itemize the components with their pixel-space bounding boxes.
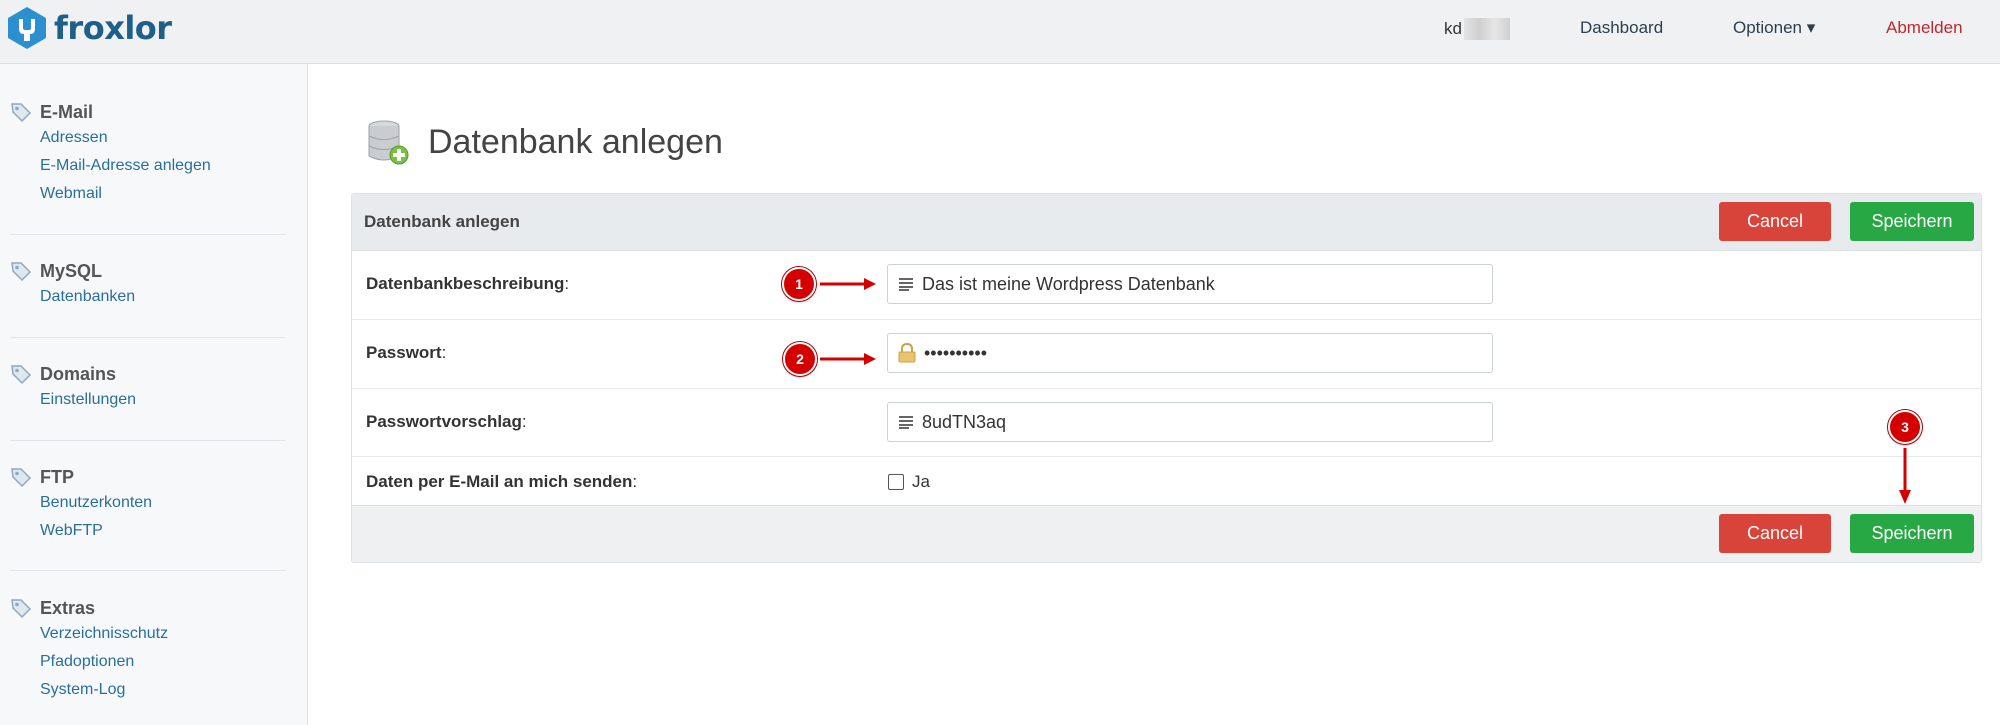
password-suggestion-value: 8udTN3aq <box>922 411 1007 432</box>
sidebar-group-title: Domains <box>40 363 117 384</box>
sidebar-item-webftp[interactable]: WebFTP <box>40 517 285 545</box>
description-input[interactable]: Das ist meine Wordpress Datenbank <box>887 264 1493 304</box>
cancel-button-top[interactable]: Cancel <box>1719 202 1831 241</box>
sidebar-divider <box>10 234 285 235</box>
sidebar-divider <box>10 570 285 571</box>
sidebar-group-title: FTP <box>40 466 74 487</box>
sidebar-divider <box>10 440 285 441</box>
sidebar-group-header: Extras <box>10 596 285 620</box>
logo-text: froxlor <box>54 9 172 47</box>
page-title: Datenbank anlegen <box>428 122 723 161</box>
user-name: kd <box>1444 19 1462 38</box>
sidebar-group-domains: Domains Einstellungen <box>10 362 285 414</box>
description-value: Das ist meine Wordpress Datenbank <box>922 273 1215 294</box>
sidebar-group-title: E-Mail <box>40 101 94 122</box>
field-label-text: Passwort <box>366 343 442 362</box>
nav-logout-link[interactable]: Abmelden <box>1886 18 1963 38</box>
form-row-email: Daten per E-Mail an mich senden: Ja <box>352 457 1981 506</box>
field-label: Passwort: <box>366 343 446 363</box>
label-colon: : <box>521 412 527 431</box>
text-lines-icon <box>898 276 914 292</box>
froxlor-logo-icon <box>8 7 46 49</box>
sidebar-group-header: Domains <box>10 362 285 386</box>
sidebar-group-ftp: FTP Benutzerkonten WebFTP <box>10 465 285 545</box>
sidebar-group-title: Extras <box>40 597 96 618</box>
sidebar-divider <box>10 337 285 338</box>
sidebar-item-einstellungen[interactable]: Einstellungen <box>40 386 285 414</box>
field-label: Passwortvorschlag: <box>366 412 527 432</box>
password-suggestion-input[interactable]: 8udTN3aq <box>887 402 1493 442</box>
sidebar-item-pfadoptionen[interactable]: Pfadoptionen <box>40 648 285 676</box>
label-colon: : <box>441 343 447 362</box>
sidebar: E-Mail Adressen E-Mail-Adresse anlegen W… <box>0 64 308 725</box>
sidebar-item-datenbanken[interactable]: Datenbanken <box>40 283 285 311</box>
annotation-arrow-right-icon <box>820 278 876 290</box>
form-panel: Datenbank anlegen Cancel Speichern Daten… <box>351 193 1982 563</box>
annotation-marker-3: 3 <box>1888 410 1922 444</box>
panel-title: Datenbank anlegen <box>364 212 520 231</box>
database-add-icon <box>368 120 409 165</box>
field-label-text: Passwortvorschlag <box>366 412 522 431</box>
field-label: Datenbankbeschreibung: <box>366 274 569 294</box>
checkbox-label: Ja <box>912 472 930 491</box>
annotation-marker-2: 2 <box>783 342 817 376</box>
field-label: Daten per E-Mail an mich senden: <box>366 472 637 492</box>
page-header: Datenbank anlegen <box>366 118 723 166</box>
save-button-top[interactable]: Speichern <box>1850 202 1974 241</box>
lock-icon <box>898 343 916 363</box>
sidebar-item-webmail[interactable]: Webmail <box>40 180 285 208</box>
nav-dashboard-link[interactable]: Dashboard <box>1580 18 1663 38</box>
field-label-text: Daten per E-Mail an mich senden <box>366 472 633 491</box>
sidebar-group-header: E-Mail <box>10 100 285 124</box>
sidebar-group-email: E-Mail Adressen E-Mail-Adresse anlegen W… <box>10 100 285 208</box>
label-colon: : <box>564 274 570 293</box>
user-menu[interactable]: kd <box>1444 18 1510 40</box>
top-navbar: froxlor kd Dashboard Optionen ▾ Abmelden <box>0 0 2000 64</box>
field-label-text: Datenbankbeschreibung <box>366 274 565 293</box>
sidebar-item-adressen[interactable]: Adressen <box>40 124 285 152</box>
blurred-username <box>1463 18 1510 40</box>
password-value: •••••••••• <box>924 342 988 363</box>
sidebar-item-verzeichnisschutz[interactable]: Verzeichnisschutz <box>40 620 285 648</box>
tag-icon <box>11 103 32 123</box>
form-row-beschreibung: Datenbankbeschreibung: Das ist meine Wor… <box>352 251 1981 320</box>
sidebar-item-email-anlegen[interactable]: E-Mail-Adresse anlegen <box>40 152 285 180</box>
tag-icon <box>11 262 32 282</box>
tag-icon <box>11 468 32 488</box>
sidebar-item-system-log[interactable]: System-Log <box>40 676 285 704</box>
form-row-vorschlag: Passwortvorschlag: 8udTN3aq <box>352 389 1981 457</box>
tag-icon <box>11 599 32 619</box>
froxlor-logo[interactable]: froxlor <box>4 5 172 51</box>
panel-footer: Cancel Speichern <box>352 506 1981 562</box>
sidebar-group-extras: Extras Verzeichnisschutz Pfadoptionen Sy… <box>10 596 285 704</box>
password-input[interactable]: •••••••••• <box>887 333 1493 373</box>
sidebar-item-benutzerkonten[interactable]: Benutzerkonten <box>40 489 285 517</box>
cancel-button-bottom[interactable]: Cancel <box>1719 514 1831 553</box>
annotation-marker-1: 1 <box>782 267 816 301</box>
annotation-arrow-right-icon <box>820 353 876 365</box>
text-lines-icon <box>898 414 914 430</box>
sidebar-group-header: FTP <box>10 465 285 489</box>
sidebar-group-mysql: MySQL Datenbanken <box>10 259 285 311</box>
save-button-bottom[interactable]: Speichern <box>1850 514 1974 553</box>
annotation-arrow-down-icon <box>1899 448 1911 504</box>
form-row-passwort: Passwort: •••••••••• <box>352 320 1981 389</box>
panel-header: Datenbank anlegen Cancel Speichern <box>352 194 1981 251</box>
nav-optionen-dropdown[interactable]: Optionen ▾ <box>1733 18 1815 38</box>
send-email-checkbox[interactable] <box>888 474 904 490</box>
sidebar-group-header: MySQL <box>10 259 285 283</box>
label-colon: : <box>632 472 638 491</box>
sidebar-group-title: MySQL <box>40 260 103 281</box>
tag-icon <box>11 365 32 385</box>
